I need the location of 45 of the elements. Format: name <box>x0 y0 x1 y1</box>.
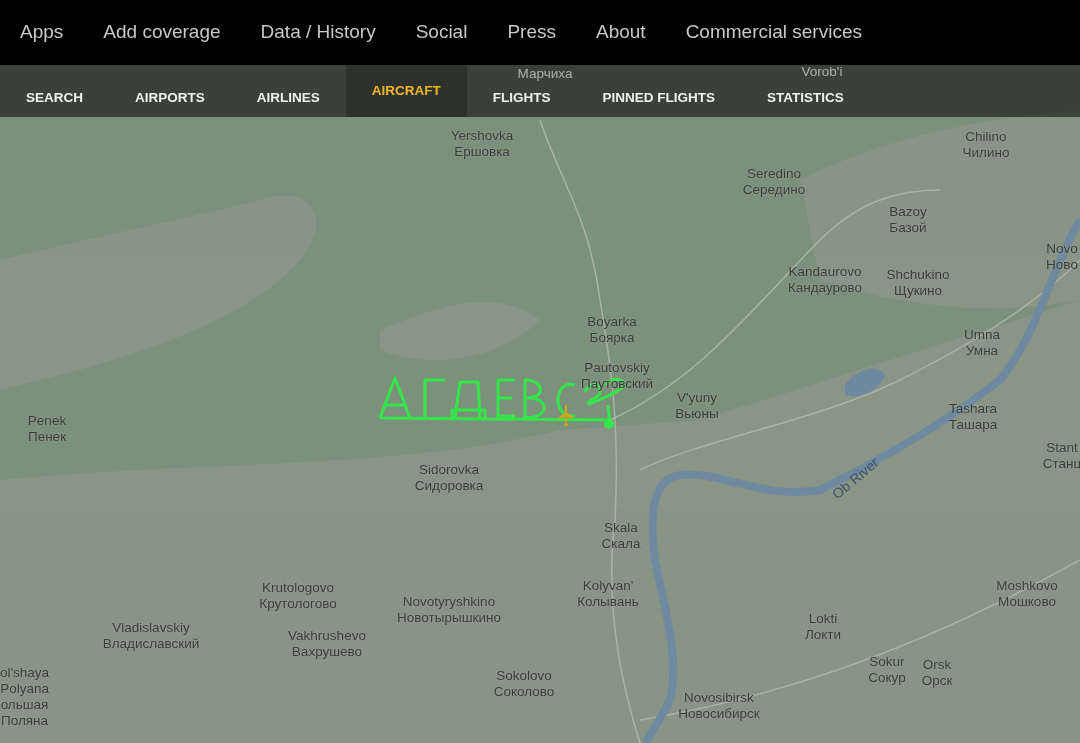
place-label: Boyarka Боярка <box>587 314 637 346</box>
place-label: Orsk Орск <box>921 657 953 689</box>
place-label: Chilino Чилино <box>962 129 1010 161</box>
place-label: Sidorovka Сидоровка <box>414 462 484 494</box>
menu-link[interactable]: About <box>576 18 666 47</box>
place-label: Novotyryshkino Новотырышкино <box>397 594 501 626</box>
place-label: Sokur Сокур <box>868 654 906 686</box>
place-label: Bazoy Базой <box>889 204 927 236</box>
place-label: Kandaurovo Кандаурово <box>787 264 863 296</box>
place-label: Seredino Середино <box>742 166 806 198</box>
menu-link[interactable]: Social <box>395 18 488 47</box>
place-label: Moshkovo Мошково <box>996 578 1058 610</box>
nav-tab[interactable]: STATISTICS <box>767 91 844 105</box>
menu-link[interactable]: Add coverage <box>83 18 241 47</box>
place-label: Penek Пенек <box>27 413 67 445</box>
nav-tab[interactable]: SEARCH <box>26 91 83 105</box>
place-label: Vakhrushevo Вахрушево <box>288 628 366 660</box>
nav-tab[interactable]: AIRPORTS <box>135 91 205 105</box>
place-label: Vorob'i <box>801 64 843 80</box>
menu-link[interactable]: Apps <box>0 18 84 47</box>
place-label: Lokti Локти <box>804 611 842 643</box>
place-label: V'yuny Вьюны <box>675 390 719 422</box>
nav-tab[interactable]: PINNED FLIGHTS <box>602 91 716 105</box>
waypoint-icon <box>604 419 614 429</box>
place-label: Kolyvan' Колывань <box>577 578 639 610</box>
place-label: Sokolovo Соколово <box>493 668 555 700</box>
place-label: ol'shaya Polyana ольшая Поляна <box>0 665 50 729</box>
nav-tab[interactable]: AIRLINES <box>256 91 320 105</box>
place-label: Krutologovo Крутологово <box>259 580 337 612</box>
place-label: Tashara Ташара <box>948 401 998 433</box>
menu-link[interactable]: Commercial services <box>665 18 882 47</box>
place-label: Novo Ново <box>1046 241 1078 273</box>
aircraft-icon[interactable] <box>559 405 573 426</box>
place-label: Yershovka Ершовка <box>450 128 514 160</box>
nav-tab[interactable]: FLIGHTS <box>492 91 551 105</box>
place-label: Марчиха <box>517 66 573 82</box>
place-label: Skala Скала <box>601 520 641 552</box>
place-label: Umna Умна <box>964 327 1000 359</box>
place-label: Vladislavskiy Владиславский <box>102 620 200 652</box>
lake-drawing <box>845 368 885 397</box>
nav-tab[interactable]: AIRCRAFT <box>345 65 467 117</box>
place-label: Novosibirsk Новосибирск <box>678 690 760 722</box>
place-label: Shchukino Щукино <box>886 267 950 299</box>
menu-link[interactable]: Press <box>487 18 576 47</box>
menu-link[interactable]: Data / History <box>240 18 396 47</box>
